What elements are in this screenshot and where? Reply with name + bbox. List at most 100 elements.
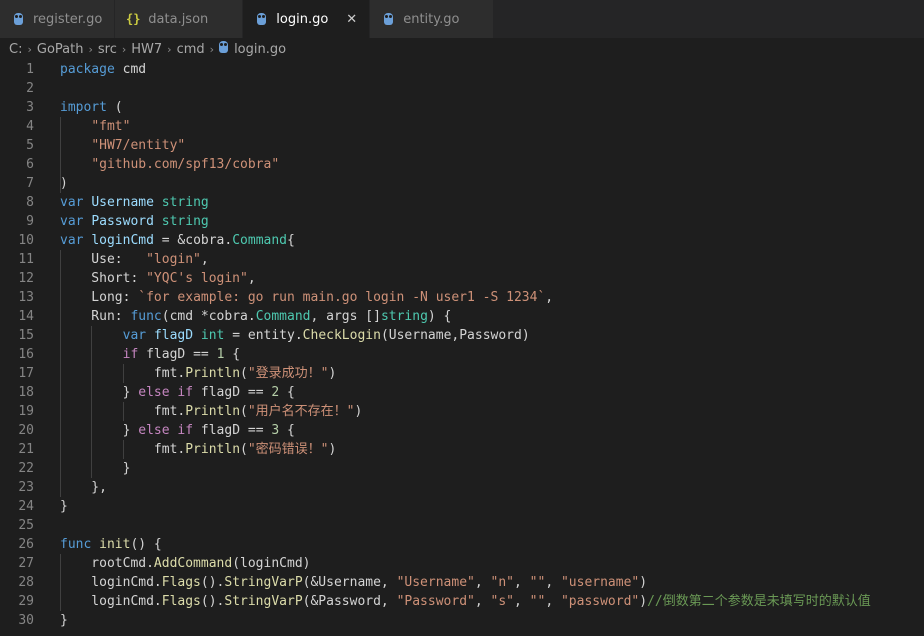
code-token: "密码错误！" [247,442,329,457]
line-number: 19 [18,404,34,419]
code-token: Short: [60,271,147,286]
go-gopher-icon [219,41,229,57]
code-token: = &cobra. [153,233,233,248]
code-token: ) { [427,309,452,324]
code-token: init [99,537,131,552]
code-text: }, [60,478,107,497]
line-number: 20 [18,423,34,438]
code-token: ) [328,442,337,457]
code-token: 3 [271,423,280,438]
code-text: package cmd [60,60,146,79]
code-token: if [177,423,194,438]
line-number: 15 [18,328,34,343]
code-token: Use: [60,252,147,267]
close-icon[interactable]: ✕ [346,12,357,27]
line-number: 12 [18,271,34,286]
code-text: if flagD == 1 { [60,345,240,364]
code-token: { [279,423,295,438]
code-token: "password" [560,594,640,609]
code-token: }, [60,480,107,495]
code-token: AddCommand [153,556,233,571]
line-number: 27 [18,556,34,571]
code-token: } [60,385,139,400]
code-token: func [130,309,162,324]
code-token: Run: [60,309,131,324]
code-token: } [60,461,131,476]
code-token: Flags [161,575,201,590]
line-number: 4 [26,119,34,134]
code-token: ) [354,404,363,419]
chevron-right-icon: › [167,42,172,56]
breadcrumb-item[interactable]: GoPath [37,42,84,57]
line-number: 30 [18,613,34,628]
code-token: StringVarP [224,594,303,609]
breadcrumb-item[interactable]: C: [9,42,22,57]
code-text: "HW7/entity" [60,136,185,155]
tab-label: entity.go [403,11,460,27]
code-text: import ( [60,98,123,117]
code-token: else [138,385,170,400]
code-token: , [545,594,561,609]
code-token: if [177,385,194,400]
line-number: 5 [26,138,34,153]
line-number: 24 [18,499,34,514]
code-token: "YQC's login" [146,271,248,286]
code-token: (&Password, [302,594,397,609]
breadcrumb-item[interactable]: src [98,42,117,57]
code-token: ( [106,100,123,115]
line-number: 17 [18,366,34,381]
code-token: ) [328,366,337,381]
code-token: //倒数第二个参数是未填写时的默认值 [647,594,871,609]
code-token: import [60,100,107,115]
code-text: } [60,497,68,516]
code-token: () { [130,537,162,552]
code-token: Println [185,366,241,381]
code-token: `for example: go run main.go login -N us… [138,290,546,305]
code-text: fmt.Println("密码错误！") [60,440,336,459]
code-text: var Username string [60,193,209,212]
breadcrumb-item[interactable]: HW7 [131,42,162,57]
code-token: "username" [560,575,640,590]
code-token: loginCmd [91,233,154,248]
code-token: string [161,195,209,210]
line-number: 22 [18,461,34,476]
code-token: "n" [490,575,514,590]
code-text: var Password string [60,212,209,231]
line-number: 26 [18,537,34,552]
breadcrumb-item[interactable]: cmd [177,42,205,57]
tab-register-go[interactable]: register.go [0,0,116,38]
code-text: } [60,611,68,630]
code-token: "s" [490,594,514,609]
code-token: var [60,195,84,210]
line-number: 29 [18,594,34,609]
code-token: fmt. [60,442,186,457]
code-token: fmt. [60,366,186,381]
line-number: 28 [18,575,34,590]
code-token: string [161,214,209,229]
code-token: rootCmd. [60,556,154,571]
code-token: loginCmd. [60,575,162,590]
code-token: flagD == [193,385,272,400]
line-number: 1 [26,62,34,77]
tab-data-json[interactable]: {} data.json [115,0,244,38]
line-number: 16 [18,347,34,362]
code-token: } [60,423,139,438]
breadcrumb-file[interactable]: login.go [234,42,286,57]
code-editor[interactable]: 1 package cmd 2 3 import (4 "fmt" 5 "HW7/enti… [0,60,924,636]
go-gopher-icon [380,13,396,25]
tab-entity-go[interactable]: entity.go [370,0,495,38]
tab-label: register.go [33,11,103,27]
code-token: string [380,309,428,324]
code-text: Short: "YQC's login", [60,269,256,288]
code-token: CheckLogin [302,328,381,343]
code-token: = entity. [224,328,303,343]
tab-login-go[interactable]: login.go ✕ [243,0,371,38]
code-token: , [514,594,530,609]
code-token: { [279,385,295,400]
code-token: , [247,271,256,286]
line-number: 9 [26,214,34,229]
